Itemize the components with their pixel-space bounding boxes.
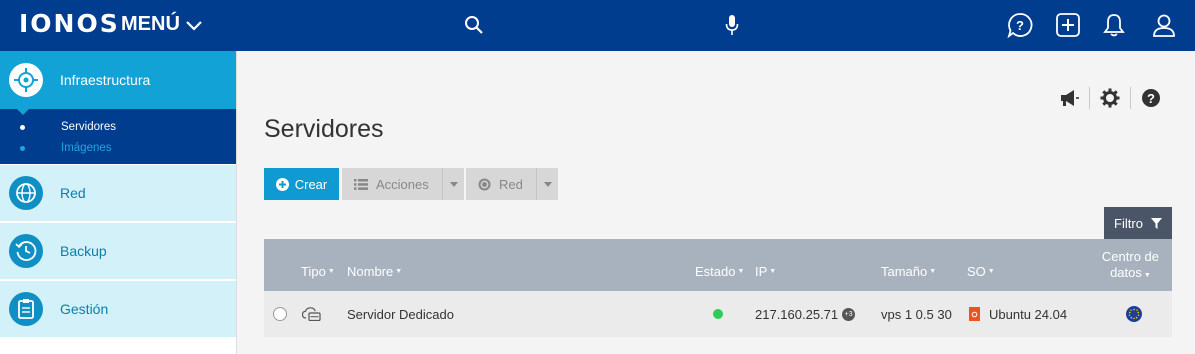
sidebar-item-label: Red xyxy=(60,185,86,201)
sidebar-item-infraestructura[interactable]: Infraestructura xyxy=(0,51,236,109)
datacenter-cell xyxy=(1126,291,1142,337)
row-select[interactable] xyxy=(273,291,287,337)
bullet-icon xyxy=(20,145,25,151)
network-globe-icon xyxy=(9,176,43,210)
network-label: Red xyxy=(499,176,523,192)
plus-circle-icon xyxy=(275,177,289,191)
top-navigation-bar: IONOS MENÚ ? xyxy=(0,0,1195,51)
column-label: datos xyxy=(1110,265,1142,280)
help-chat-icon[interactable]: ? xyxy=(1004,9,1036,41)
eu-flag-icon xyxy=(1126,306,1142,322)
status-cell xyxy=(713,291,723,337)
sort-icon: ▼ xyxy=(769,268,777,275)
menu-label: MENÚ xyxy=(121,13,180,35)
sort-icon: ▼ xyxy=(987,268,995,275)
server-size: vps 1 0.5 30 xyxy=(881,306,952,322)
ip-extra-badge[interactable]: +3 xyxy=(842,307,856,321)
sort-icon: ▼ xyxy=(737,268,745,275)
sidebar-item-label: Infraestructura xyxy=(60,72,151,88)
ip-address: 217.160.25.71 xyxy=(755,306,839,322)
column-label: IP xyxy=(755,264,768,279)
row-radio[interactable] xyxy=(273,307,287,321)
help-icon[interactable]: ? xyxy=(1141,88,1161,108)
microphone-icon[interactable] xyxy=(716,9,748,41)
sidebar-item-label: Backup xyxy=(60,243,107,259)
column-label: Nombre xyxy=(347,264,394,279)
caret-down-icon[interactable] xyxy=(536,168,558,200)
filter-label: Filtro xyxy=(1114,215,1143,231)
add-icon[interactable] xyxy=(1052,9,1084,41)
ionos-logo[interactable]: IONOS xyxy=(19,9,120,38)
divider xyxy=(1130,87,1131,109)
sidebar-subitem-imagenes[interactable]: Imágenes xyxy=(20,142,112,154)
table-row[interactable]: Servidor Dedicado 217.160.25.71 +3 vps 1… xyxy=(264,291,1172,337)
bullet-icon xyxy=(20,124,25,130)
os-cell: Ubuntu 24.04 xyxy=(969,291,1067,337)
sidebar-item-gestion[interactable]: Gestión xyxy=(0,280,236,337)
svg-text:?: ? xyxy=(1147,91,1155,106)
column-size[interactable]: Tamaño ▼ xyxy=(881,264,936,279)
caret-down-icon[interactable] xyxy=(442,168,464,200)
table-header: Tipo ▼ Nombre ▼ Estado ▼ IP ▼ Tamaño ▼ SO ▼ Ce… xyxy=(264,239,1172,291)
os-name: Ubuntu 24.04 xyxy=(989,306,1068,322)
page-title: Servidores xyxy=(264,115,384,143)
network-button[interactable]: Red xyxy=(466,168,558,200)
sidebar-item-red[interactable]: Red xyxy=(0,164,236,221)
sidebar-subitem-label: Imágenes xyxy=(61,142,112,154)
create-button[interactable]: Crear xyxy=(264,168,339,200)
column-status[interactable]: Estado ▼ xyxy=(695,264,744,279)
column-label: Tamaño xyxy=(881,264,928,279)
column-label: Estado xyxy=(695,264,736,279)
main-content: ? Servidores Crear Acciones Red Filtro T… xyxy=(237,51,1195,354)
sidebar-item-label: Gestión xyxy=(60,301,109,317)
list-icon xyxy=(354,178,368,190)
sort-icon: ▼ xyxy=(1143,272,1151,279)
sidebar-subitem-servidores[interactable]: Servidores xyxy=(20,121,116,133)
network-icon xyxy=(478,178,491,190)
clipboard-icon xyxy=(9,292,43,326)
status-running-indicator xyxy=(713,309,723,319)
actions-button[interactable]: Acciones xyxy=(342,168,464,200)
divider xyxy=(1089,87,1090,109)
infrastructure-icon xyxy=(9,63,43,97)
server-name[interactable]: Servidor Dedicado xyxy=(347,291,454,337)
megaphone-icon[interactable] xyxy=(1059,88,1079,108)
sidebar: Infraestructura Servidores Imágenes Red … xyxy=(0,51,237,354)
column-label: Tipo xyxy=(301,264,326,279)
backup-clock-icon xyxy=(9,234,43,268)
svg-text:?: ? xyxy=(1016,18,1024,33)
gear-icon[interactable] xyxy=(1100,88,1120,108)
sidebar-item-backup[interactable]: Backup xyxy=(0,222,236,279)
column-datacenter[interactable]: Centro de datos ▼ xyxy=(1102,249,1159,284)
filter-button[interactable]: Filtro xyxy=(1104,207,1172,239)
sort-icon: ▼ xyxy=(327,268,335,275)
user-icon[interactable] xyxy=(1148,9,1180,41)
sort-icon: ▼ xyxy=(395,268,403,275)
sidebar-subitem-label: Servidores xyxy=(61,121,116,133)
ubuntu-icon xyxy=(969,307,980,321)
ip-cell: 217.160.25.71 +3 xyxy=(755,291,856,337)
create-label: Crear xyxy=(294,176,328,192)
column-name[interactable]: Nombre ▼ xyxy=(347,264,402,279)
menu-button[interactable]: MENÚ xyxy=(121,13,202,36)
column-label: Centro de xyxy=(1101,249,1159,264)
column-os[interactable]: SO ▼ xyxy=(967,264,995,279)
server-type-cell xyxy=(302,291,321,337)
funnel-icon xyxy=(1150,217,1162,229)
column-ip[interactable]: IP ▼ xyxy=(755,264,776,279)
chevron-down-icon xyxy=(186,20,202,31)
cloud-server-icon xyxy=(302,307,321,321)
utility-toolbar: ? xyxy=(1059,87,1161,109)
column-type[interactable]: Tipo ▼ xyxy=(301,264,335,279)
column-label: SO xyxy=(967,264,986,279)
search-icon[interactable] xyxy=(458,9,490,41)
active-indicator xyxy=(16,108,30,115)
sort-icon: ▼ xyxy=(929,268,937,275)
actions-label: Acciones xyxy=(376,176,429,192)
sidebar-submenu: Servidores Imágenes xyxy=(0,108,236,164)
notification-bell-icon[interactable] xyxy=(1098,9,1130,41)
